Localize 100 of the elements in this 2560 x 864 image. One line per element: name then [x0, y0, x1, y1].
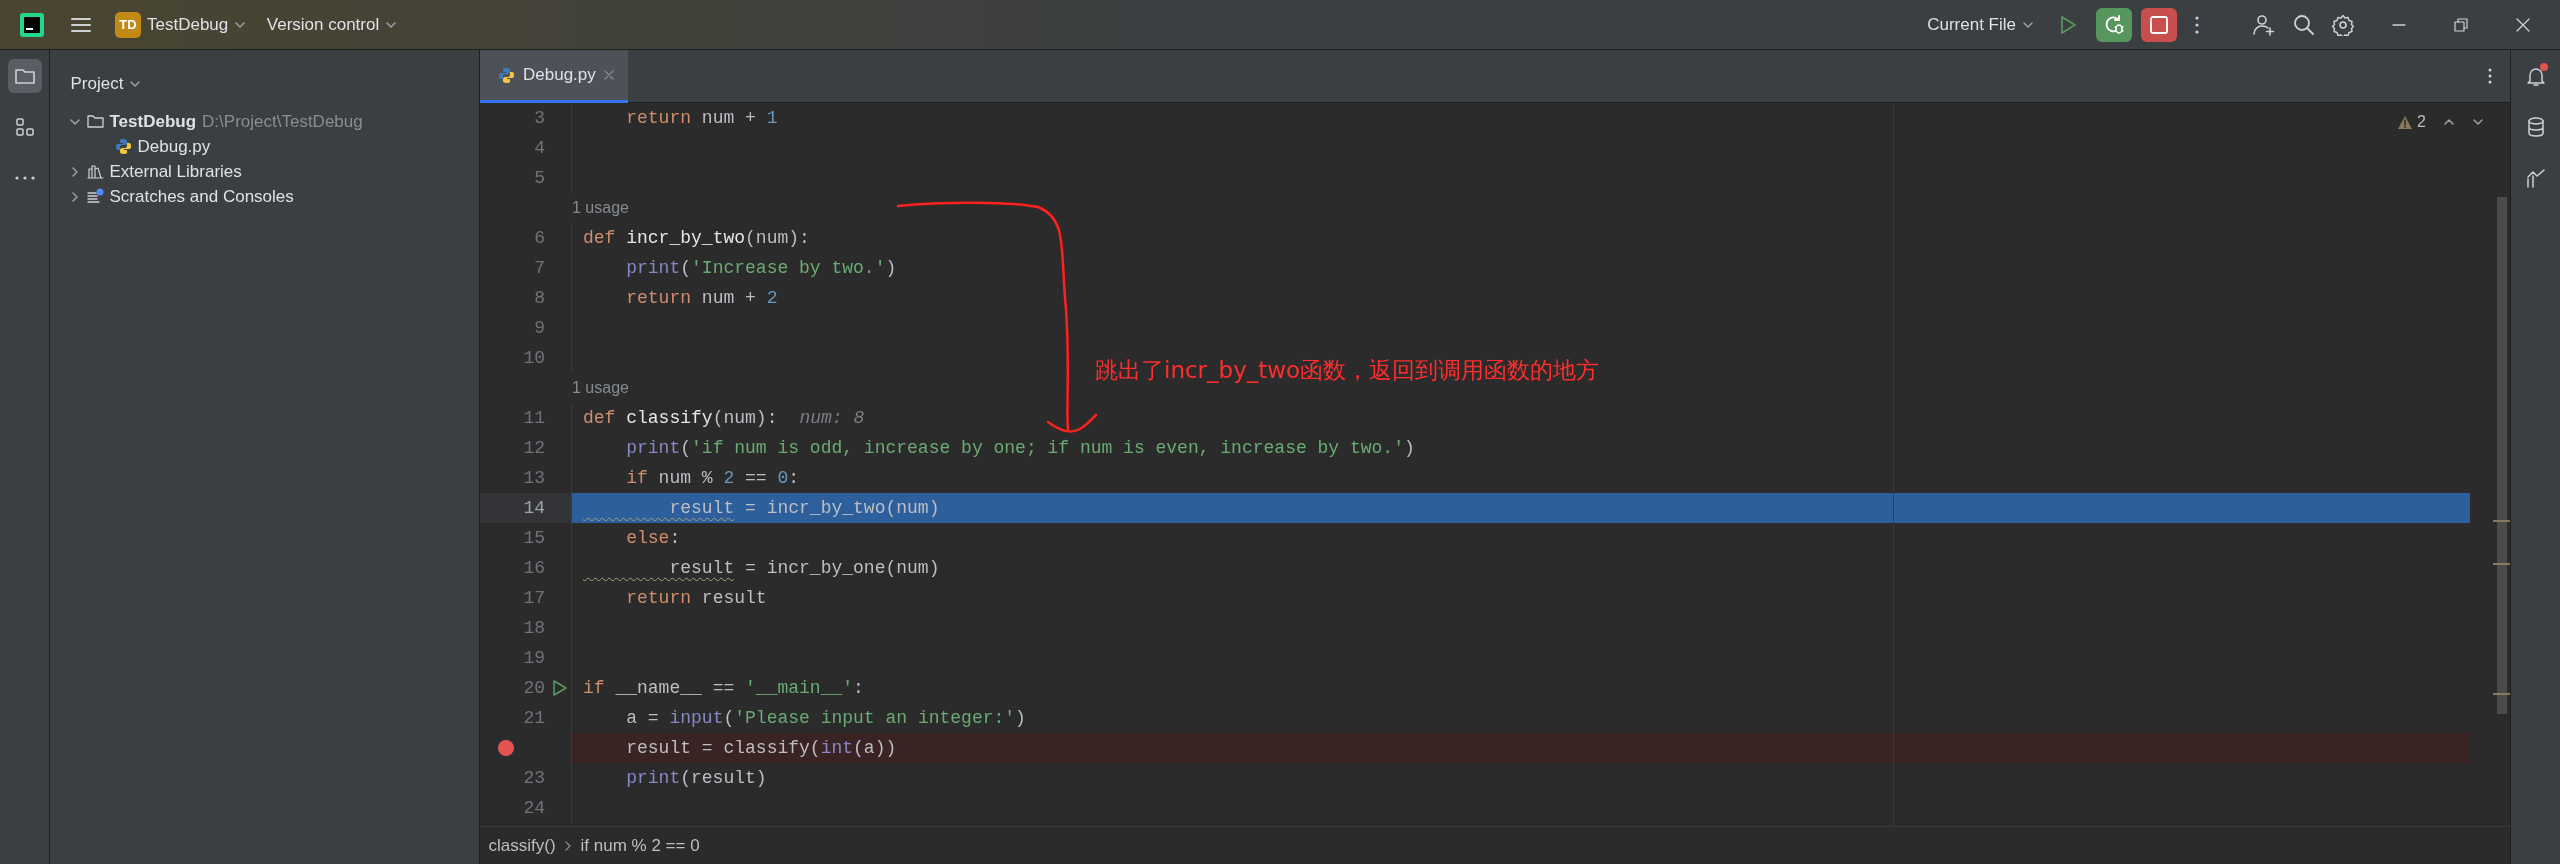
run-icon[interactable]	[552, 679, 568, 697]
close-icon	[603, 70, 614, 80]
debug-button[interactable]	[2096, 7, 2132, 42]
code-line: a = input('Please input an integer:')	[625, 706, 1026, 730]
add-user-icon	[2251, 12, 2276, 37]
vcs-menu[interactable]: Version control	[260, 7, 404, 42]
tree-item-label: TestDebug	[109, 110, 197, 133]
search-icon	[2292, 13, 2315, 36]
error-stripe-mark	[2493, 520, 2510, 522]
minimize-icon	[2391, 23, 2406, 26]
code-line: print('Increase by two.')	[625, 256, 897, 280]
line-number: 10	[523, 346, 545, 370]
breadcrumb[interactable]: classify()	[488, 832, 556, 859]
menu-button[interactable]	[70, 15, 92, 34]
close-icon	[2515, 17, 2530, 32]
line-number: 16	[523, 556, 545, 580]
code-line: result = incr_by_two(num)	[668, 496, 940, 520]
line-number: 5	[534, 166, 545, 190]
warning-icon	[2396, 114, 2413, 130]
tree-item[interactable]: Debug.py	[58, 134, 471, 159]
line-number: 20	[523, 676, 545, 700]
code-line: def classify(num): num: 8	[583, 406, 865, 430]
line-number: 4	[534, 136, 545, 160]
code-line: result = classify(int(a))	[625, 736, 897, 760]
more-icon	[14, 175, 35, 180]
error-stripe-mark	[2493, 693, 2510, 695]
code-line: return num + 1	[625, 106, 778, 130]
line-number: 12	[523, 436, 545, 460]
project-switcher[interactable]: TD TestDebug	[109, 7, 253, 42]
line-number: 15	[523, 526, 545, 550]
line-number: 24	[523, 796, 545, 820]
kebab-icon	[2487, 67, 2493, 85]
tree-item-label: External Libraries	[109, 160, 242, 183]
settings-button[interactable]	[2331, 13, 2354, 36]
code-line: result = incr_by_one(num)	[668, 556, 940, 580]
chart-icon	[2524, 166, 2547, 189]
line-number: 21	[523, 706, 545, 730]
tree-item[interactable]: TestDebug D:\Project\TestDebug	[58, 109, 471, 134]
tree-item[interactable]: External Libraries	[58, 159, 471, 184]
next-button[interactable]	[2472, 116, 2484, 128]
line-number: 7	[534, 256, 545, 280]
tree-item[interactable]: Scratches and Consoles	[58, 184, 471, 209]
tree-item-label: Debug.py	[137, 135, 211, 158]
library-icon	[86, 163, 104, 180]
chevron-down-icon	[2472, 116, 2484, 128]
run-config-dropdown[interactable]: Current File	[1921, 7, 2040, 42]
line-number: 23	[523, 766, 545, 790]
annotation-text: 跳出了incr_by_two函数，返回到调用函数的地方	[1095, 356, 1600, 385]
line-number: 14	[523, 496, 545, 520]
line-number: 11	[523, 406, 545, 430]
breadcrumb[interactable]: if num % 2 == 0	[580, 832, 700, 859]
python-file-icon	[114, 138, 132, 155]
structure-icon	[13, 115, 36, 138]
app-logo-icon	[18, 11, 45, 38]
stop-button[interactable]	[2140, 7, 2177, 42]
chevron-up-icon	[2443, 116, 2455, 128]
warning-count[interactable]: 2	[2396, 110, 2426, 134]
code-line: def incr_by_two(num):	[583, 226, 810, 250]
folder-icon	[86, 113, 104, 130]
code-line: return num + 2	[625, 286, 778, 310]
tree-item-label: Scratches and Consoles	[109, 185, 294, 208]
search-button[interactable]	[2292, 13, 2315, 36]
code-line: else:	[625, 526, 681, 550]
add-user-button[interactable]	[2251, 12, 2276, 37]
editor-tab[interactable]: Debug.py	[480, 50, 628, 103]
error-stripe-mark	[2493, 563, 2510, 565]
panel-title-dropdown[interactable]: Project	[64, 67, 148, 101]
code-line: return result	[625, 586, 767, 610]
previous-button[interactable]	[2443, 116, 2455, 128]
line-number: 18	[523, 616, 545, 640]
kebab-icon	[2193, 14, 2200, 35]
line-number: 3	[534, 106, 545, 130]
stop-icon	[2148, 14, 2169, 35]
menu-icon	[70, 15, 92, 34]
usage-hint[interactable]: 1 usage	[572, 376, 629, 400]
code-line: print('if num is odd, increase by one; if num is even, increase by two.')	[625, 436, 1415, 460]
line-number: 6	[534, 226, 545, 250]
scrollbar[interactable]	[2497, 197, 2507, 714]
notification-dot	[2539, 62, 2548, 71]
breakpoint-icon[interactable]	[497, 739, 515, 757]
usage-hint[interactable]: 1 usage	[572, 196, 629, 220]
code-line: if num % 2 == 0:	[625, 466, 800, 490]
chevron-right-icon	[564, 840, 573, 851]
line-number: 17	[523, 586, 545, 610]
close-button[interactable]	[2515, 17, 2530, 32]
line-number: 8	[534, 286, 545, 310]
bug-refresh-icon	[2103, 13, 2125, 36]
restore-button[interactable]	[2453, 17, 2468, 32]
tool-window-button[interactable]	[7, 58, 42, 93]
python-file-icon	[498, 66, 515, 84]
settings-icon	[2331, 13, 2354, 36]
line-number: 19	[523, 646, 545, 670]
line-number: 9	[534, 316, 545, 340]
code-line: if __name__ == '__main__':	[583, 676, 864, 700]
code-line: print(result)	[625, 766, 767, 790]
tree-item-path: D:\Project\TestDebug	[202, 110, 363, 133]
more-button[interactable]	[2193, 14, 2200, 35]
minimize-button[interactable]	[2391, 23, 2406, 26]
project-initials: TD	[115, 11, 141, 38]
restore-icon	[2453, 17, 2468, 32]
